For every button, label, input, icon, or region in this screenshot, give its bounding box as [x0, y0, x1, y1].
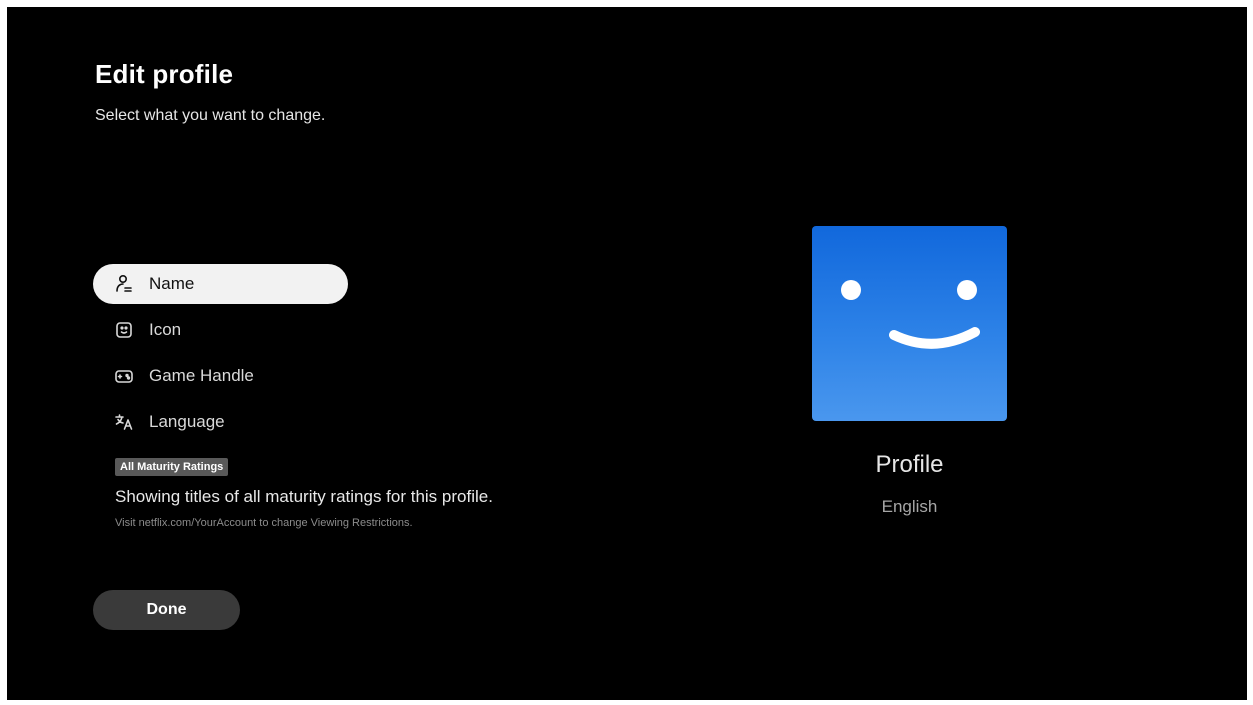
- profile-language: English: [881, 497, 938, 516]
- maturity-note: Visit netflix.com/YourAccount to change …: [115, 517, 413, 529]
- menu-item-label: Language: [149, 412, 225, 431]
- profile-name: Profile: [875, 451, 944, 478]
- menu-item-icon[interactable]: Icon: [93, 310, 348, 350]
- translate-icon: [113, 411, 135, 433]
- person-edit-icon: [113, 273, 135, 295]
- menu-item-label: Game Handle: [149, 366, 254, 385]
- smiley-face-icon: [841, 280, 980, 349]
- profile-icon: [113, 319, 135, 341]
- menu-item-game-handle[interactable]: Game Handle: [93, 356, 348, 396]
- profile-avatar: [812, 226, 1007, 421]
- page-title: Edit profile: [95, 59, 234, 89]
- edit-options-menu: Name Icon Game Handle Language: [93, 264, 353, 448]
- page-subtitle: Select what you want to change.: [95, 107, 326, 124]
- maturity-rating-badge: All Maturity Ratings: [115, 458, 229, 476]
- maturity-description: Showing titles of all maturity ratings f…: [115, 487, 493, 506]
- menu-item-label: Name: [149, 274, 195, 293]
- menu-item-language[interactable]: Language: [93, 402, 348, 442]
- gamepad-icon: [113, 365, 135, 387]
- done-button[interactable]: Done: [93, 590, 240, 630]
- edit-profile-screen: Edit profile Select what you want to cha…: [7, 7, 1247, 700]
- menu-item-label: Icon: [149, 320, 182, 339]
- menu-item-name[interactable]: Name: [93, 264, 348, 304]
